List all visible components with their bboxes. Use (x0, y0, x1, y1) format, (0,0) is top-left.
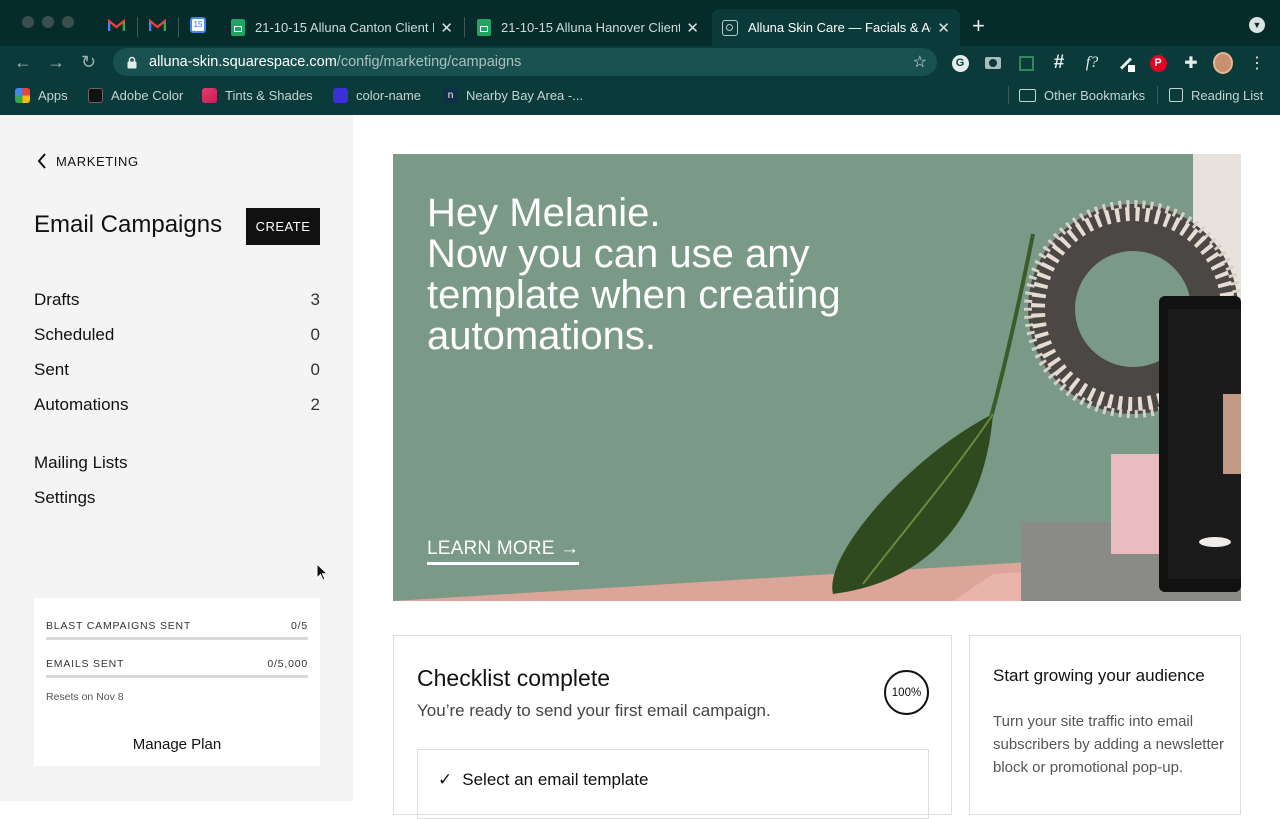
close-tab-icon[interactable]: ✕ (686, 19, 699, 37)
adobe-color-icon (88, 87, 103, 103)
emails-sent-row: EMAILS SENT 0/5,000 (46, 658, 308, 670)
sent-count: 0 (310, 360, 320, 379)
maximize-window-button[interactable] (62, 16, 74, 28)
page-title: Email Campaigns (34, 211, 223, 238)
new-tab-button[interactable]: + (972, 13, 985, 39)
hash-extension-icon[interactable]: # (1049, 52, 1069, 73)
tints-icon (202, 87, 217, 103)
url-domain: alluna-skin.squarespace.com (149, 54, 337, 70)
manage-plan-link[interactable]: Manage Plan (34, 736, 320, 753)
tab-strip: 15 21-10-15 Alluna Canton Client P ✕ 21-… (0, 0, 1280, 46)
minimize-window-button[interactable] (42, 16, 54, 28)
emails-sent-progress (46, 675, 308, 678)
scheduled-count: 0 (310, 325, 320, 344)
checklist-subtitle: You’re ready to send your first email ca… (417, 701, 771, 720)
emails-sent-value: 0/5,000 (267, 658, 308, 670)
sidebar-item-settings[interactable]: Settings (34, 488, 320, 508)
screenshot-extension-icon[interactable] (1016, 53, 1036, 73)
calendar-icon: 15 (190, 17, 206, 33)
create-button[interactable]: CREATE (246, 208, 320, 245)
tab-alluna-skin-care[interactable]: Alluna Skin Care — Facials & Ac ✕ (712, 9, 960, 46)
progress-ring: 100% (884, 670, 929, 715)
blast-campaigns-row: BLAST CAMPAIGNS SENT 0/5 (46, 620, 308, 632)
close-tab-icon[interactable]: ✕ (937, 19, 950, 37)
checkmark-icon: ✓ (438, 770, 453, 789)
back-arrow-icon[interactable]: ← (14, 52, 32, 73)
browser-chrome: 15 21-10-15 Alluna Canton Client P ✕ 21-… (0, 0, 1280, 115)
forward-arrow-icon[interactable]: → (47, 52, 65, 73)
bookmark-adobe-color[interactable]: Adobe Color (88, 86, 183, 104)
promo-banner: Hey Melanie. Now you can use any templat… (393, 154, 1241, 601)
tab-search-icon[interactable]: ▼ (1249, 17, 1265, 33)
puzzle-extensions-icon[interactable]: ✚ (1181, 53, 1201, 73)
fx-extension-icon[interactable]: f? (1082, 53, 1102, 73)
sidebar: MARKETING Email Campaigns CREATE Drafts 3… (0, 115, 353, 801)
color-name-icon (333, 87, 348, 103)
address-bar[interactable]: alluna-skin.squarespace.com/config/marke… (113, 48, 937, 76)
url-path: /config/marketing/campaigns (336, 54, 522, 70)
sheets-icon (477, 19, 491, 36)
bookmark-nearby-bay-area[interactable]: n Nearby Bay Area -... (443, 86, 583, 104)
reading-list-icon (1169, 88, 1183, 102)
bookmark-star-icon[interactable]: ☆ (913, 52, 927, 72)
bookmark-color-name[interactable]: color-name (333, 86, 421, 104)
checklist-card: Checklist complete You’re ready to send … (393, 635, 952, 819)
close-window-button[interactable] (22, 16, 34, 28)
audience-card: Start growing your audience Turn your si… (969, 635, 1241, 815)
audience-title: Start growing your audience (993, 666, 1205, 685)
sidebar-item-scheduled[interactable]: Scheduled 0 (34, 325, 320, 345)
pinterest-extension-icon[interactable]: P (1148, 53, 1168, 73)
folder-icon (1019, 88, 1036, 102)
pinned-tab-calendar[interactable]: 15 (179, 10, 217, 40)
tab-hanover-client[interactable]: 21-10-15 Alluna Hanover Client ✕ (467, 9, 709, 46)
other-bookmarks[interactable]: Other Bookmarks (1019, 86, 1145, 104)
reload-icon[interactable]: ↻ (81, 52, 96, 73)
tab-canton-client[interactable]: 21-10-15 Alluna Canton Client P ✕ (221, 9, 463, 46)
gmail-icon (148, 18, 166, 31)
nextdoor-icon: n (443, 87, 458, 103)
bookmark-tints-shades[interactable]: Tints & Shades (202, 86, 313, 104)
audience-body: Turn your site traffic into email subscr… (993, 713, 1224, 776)
banner-headline: Hey Melanie. Now you can use any templat… (427, 191, 841, 358)
close-tab-icon[interactable]: ✕ (440, 19, 453, 37)
reading-list[interactable]: Reading List (1169, 86, 1263, 104)
checklist-step-select-template[interactable]: ✓ Select an email template (417, 749, 929, 819)
chevron-left-icon (37, 153, 46, 169)
blast-campaigns-value: 0/5 (291, 620, 308, 632)
pinned-tab-gmail-2[interactable] (138, 10, 176, 40)
back-to-marketing-link[interactable]: MARKETING (37, 153, 139, 169)
checklist-title: Checklist complete (417, 665, 611, 691)
profile-avatar[interactable] (1213, 52, 1233, 74)
tab-title: Alluna Skin Care — Facials & Ac (748, 20, 932, 35)
grammarly-extension-icon[interactable]: G (950, 53, 970, 73)
learn-more-link[interactable]: LEARN MORE → (427, 538, 580, 565)
sidebar-item-drafts[interactable]: Drafts 3 (34, 290, 320, 310)
pinned-tab-gmail-1[interactable] (97, 10, 135, 40)
squarespace-icon (722, 19, 738, 36)
plan-usage-card: BLAST CAMPAIGNS SENT 0/5 EMAILS SENT 0/5,0… (34, 598, 320, 766)
automations-count: 2 (310, 395, 320, 414)
browser-menu-icon[interactable]: ⋮ (1247, 53, 1267, 73)
blast-campaigns-progress (46, 637, 308, 640)
sheets-icon (231, 19, 245, 36)
sidebar-item-automations[interactable]: Automations 2 (34, 395, 320, 415)
gmail-icon (107, 18, 125, 31)
apps-grid-icon (15, 87, 30, 103)
bookmark-apps[interactable]: Apps (15, 86, 68, 104)
mouse-cursor-icon (316, 563, 328, 581)
eyedropper-extension-icon[interactable] (1116, 53, 1136, 73)
tab-title: 21-10-15 Alluna Canton Client P (255, 20, 435, 35)
camera-extension-icon[interactable] (983, 53, 1003, 73)
drafts-count: 3 (310, 290, 320, 309)
sidebar-item-mailing-lists[interactable]: Mailing Lists (34, 453, 320, 473)
lock-icon (127, 56, 137, 68)
sidebar-item-sent[interactable]: Sent 0 (34, 360, 320, 380)
tab-title: 21-10-15 Alluna Hanover Client (501, 20, 681, 35)
resets-date: Resets on Nov 8 (46, 691, 124, 703)
